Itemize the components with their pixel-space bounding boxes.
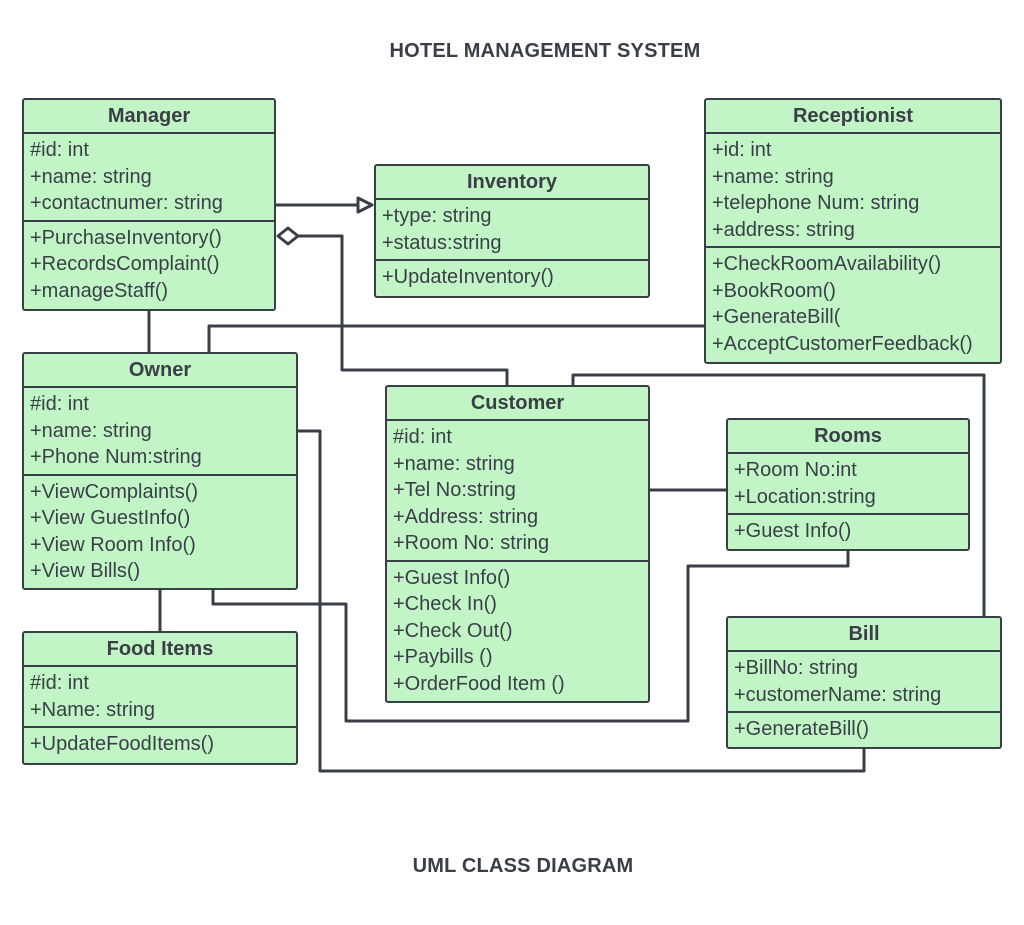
- attribute: +BillNo: string: [734, 657, 858, 679]
- method: +Guest Info(): [393, 566, 511, 589]
- attribute: #id: int: [30, 672, 89, 694]
- class-receptionist[interactable]: Receptionist +id: int +name: string +tel…: [704, 98, 1002, 364]
- attribute: +Room No: string: [393, 532, 550, 554]
- attribute: +type: string: [382, 205, 492, 227]
- aggregation-diamond-icon: [276, 226, 300, 246]
- diagram-title: HOTEL MANAGEMENT SYSTEM: [389, 40, 701, 62]
- attribute: +name: string: [30, 419, 152, 442]
- connector-owner-receptionist: [207, 324, 706, 353]
- method: +UpdateInventory(): [382, 266, 554, 288]
- attribute: +Phone Num:string: [30, 446, 202, 468]
- attribute: +contactnumer: string: [30, 192, 223, 214]
- method: +View Room Info(): [30, 533, 196, 556]
- class-rooms[interactable]: Rooms +Room No:int +Location:string +Gue…: [726, 418, 970, 551]
- class-name: Rooms: [728, 420, 968, 454]
- methods-section: +CheckRoomAvailability() +BookRoom() +Ge…: [706, 246, 1000, 360]
- method: +View Bills(): [30, 560, 141, 582]
- method: +BookRoom(): [712, 279, 836, 302]
- attribute: +Location:string: [734, 485, 876, 508]
- attribute: #id: int: [30, 139, 89, 161]
- attribute: +name: string: [393, 452, 515, 475]
- attribute: +Name: string: [30, 698, 156, 721]
- methods-section: +PurchaseInventory() +RecordsComplaint()…: [24, 219, 274, 308]
- methods-section: +Guest Info(): [728, 513, 968, 548]
- method: +ViewComplaints(): [30, 480, 199, 503]
- class-name: Manager: [24, 100, 274, 134]
- attributes-section: +Room No:int +Location:string: [728, 454, 968, 513]
- class-name: Receptionist: [706, 100, 1000, 134]
- method: +manageStaff(): [30, 279, 169, 302]
- attribute: #id: int: [393, 426, 452, 448]
- class-inventory[interactable]: Inventory +type: string +status:string +…: [374, 164, 650, 298]
- method: +AcceptCustomerFeedback(): [712, 332, 973, 355]
- method: +CheckRoomAvailability(): [712, 253, 942, 275]
- attributes-section: #id: int +name: string +Tel No:string +A…: [387, 421, 648, 560]
- class-name: Owner: [24, 354, 296, 388]
- method: +GenerateBill(: [712, 306, 841, 328]
- method: +PurchaseInventory(): [30, 226, 222, 249]
- methods-section: +UpdateFoodItems(): [24, 726, 296, 761]
- attributes-section: +type: string +status:string: [376, 200, 648, 259]
- method: +Check In(): [393, 593, 497, 615]
- methods-section: +GenerateBill(): [728, 711, 1000, 746]
- attributes-section: #id: int +name: string +Phone Num:string: [24, 388, 296, 474]
- attributes-section: #id: int +name: string +contactnumer: st…: [24, 134, 274, 220]
- method: +Guest Info(): [734, 520, 852, 542]
- class-name: Inventory: [376, 166, 648, 200]
- attributes-section: #id: int +Name: string: [24, 667, 296, 726]
- class-name: Customer: [387, 387, 648, 421]
- attribute: +telephone Num: string: [712, 192, 920, 214]
- class-food-items[interactable]: Food Items #id: int +Name: string +Updat…: [22, 631, 298, 765]
- class-owner[interactable]: Owner #id: int +name: string +Phone Num:…: [22, 352, 298, 590]
- method: +GenerateBill(): [734, 718, 870, 740]
- attribute: +status:string: [382, 231, 502, 254]
- method: +View GuestInfo(): [30, 507, 191, 529]
- class-name: Bill: [728, 618, 1000, 652]
- attribute: +Address: string: [393, 505, 539, 528]
- attributes-section: +BillNo: string +customerName: string: [728, 652, 1000, 711]
- attribute: +address: string: [712, 218, 855, 241]
- diagram-subtitle: UML CLASS DIAGRAM: [412, 855, 634, 877]
- attribute: +id: int: [712, 139, 772, 161]
- method: +RecordsComplaint(): [30, 253, 220, 275]
- method: +OrderFood Item (): [393, 672, 565, 695]
- method: +Paybills (): [393, 646, 493, 668]
- attribute: +name: string: [712, 165, 834, 188]
- class-manager[interactable]: Manager #id: int +name: string +contactn…: [22, 98, 276, 311]
- attribute: +Tel No:string: [393, 479, 516, 501]
- class-customer[interactable]: Customer #id: int +name: string +Tel No:…: [385, 385, 650, 703]
- methods-section: +Guest Info() +Check In() +Check Out() +…: [387, 559, 648, 701]
- method: +Check Out(): [393, 619, 513, 642]
- attribute: +name: string: [30, 165, 152, 188]
- attribute: #id: int: [30, 393, 89, 415]
- class-name: Food Items: [24, 633, 296, 667]
- attribute: +Room No:int: [734, 459, 857, 481]
- methods-section: +ViewComplaints() +View GuestInfo() +Vie…: [24, 473, 296, 588]
- generalization-arrow-icon: [356, 196, 374, 214]
- attribute: +customerName: string: [734, 683, 942, 706]
- methods-section: +UpdateInventory(): [376, 259, 648, 294]
- attributes-section: +id: int +name: string +telephone Num: s…: [706, 134, 1000, 246]
- method: +UpdateFoodItems(): [30, 733, 214, 755]
- class-bill[interactable]: Bill +BillNo: string +customerName: stri…: [726, 616, 1002, 749]
